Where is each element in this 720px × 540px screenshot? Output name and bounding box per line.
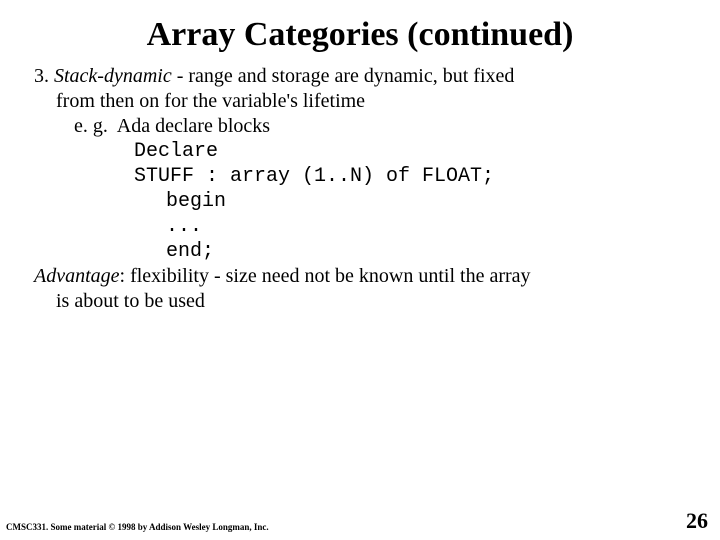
advantage-line-1: Advantage: flexibility - size need not b… [34, 264, 690, 289]
slide-body: 3. Stack-dynamic - range and storage are… [0, 64, 720, 314]
term-stack-dynamic: Stack-dynamic [54, 65, 172, 87]
advantage-line-2: is about to be used [34, 289, 690, 314]
body-line-1: 3. Stack-dynamic - range and storage are… [34, 64, 690, 89]
list-number: 3. [34, 65, 54, 87]
code-line-2: STUFF : array (1..N) of FLOAT; [34, 164, 690, 189]
slide-title: Array Categories (continued) [0, 0, 720, 64]
advantage-rest: : flexibility - size need not be known u… [120, 265, 531, 287]
body-line-2: from then on for the variable's lifetime [34, 89, 690, 114]
code-line-1: Declare [34, 139, 690, 164]
code-line-5: end; [34, 239, 690, 264]
line1-rest: - range and storage are dynamic, but fix… [172, 65, 515, 87]
body-line-3: e. g. Ada declare blocks [34, 114, 690, 139]
footer-copyright: CMSC331. Some material © 1998 by Addison… [6, 522, 269, 532]
advantage-label: Advantage [34, 265, 120, 287]
slide: Array Categories (continued) 3. Stack-dy… [0, 0, 720, 540]
code-line-4: ... [34, 214, 690, 239]
code-line-3: begin [34, 189, 690, 214]
page-number: 26 [686, 508, 708, 534]
